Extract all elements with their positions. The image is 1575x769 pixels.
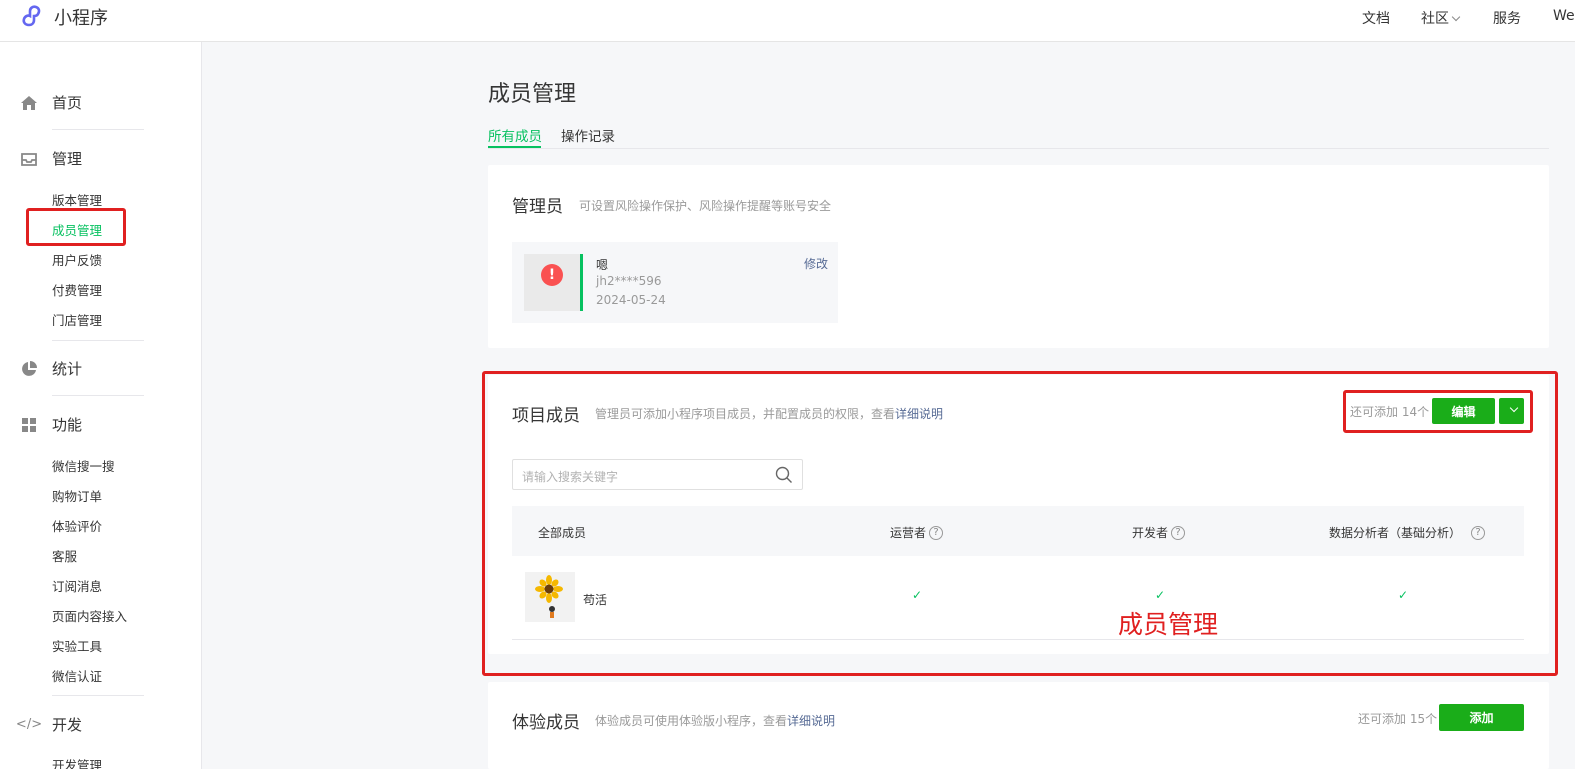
sidebar-manage-label: 管理	[52, 150, 83, 168]
sidebar-item-reviews[interactable]: 体验评价	[52, 516, 102, 535]
nav-user[interactable]: We	[1553, 8, 1575, 24]
sidebar-item-orders[interactable]: 购物订单	[52, 486, 102, 505]
trial-details-link[interactable]: 详细说明	[787, 714, 835, 728]
sidebar-item-page-content[interactable]: 页面内容接入	[52, 606, 127, 625]
nav-community[interactable]: 社区	[1421, 8, 1461, 28]
divider	[52, 129, 144, 130]
annotation-highlight-sidebar	[26, 208, 126, 246]
sidebar: 首页 管理 版本管理 成员管理 用户反馈 付费管理 门店管理 统计 功能 微信搜…	[0, 42, 202, 769]
sidebar-item-store[interactable]: 门店管理	[52, 310, 102, 329]
admin-card: ! 嗯 jh2****596 2024-05-24 修改	[512, 242, 838, 323]
divider	[52, 395, 144, 396]
admin-date: 2024-05-24	[596, 293, 666, 307]
nav-community-label: 社区	[1421, 11, 1449, 27]
sidebar-stats-label: 统计	[52, 360, 83, 378]
trial-subtitle-text: 体验成员可使用体验版小程序，查看	[595, 714, 788, 728]
sidebar-item-feedback[interactable]: 用户反馈	[52, 250, 102, 269]
sidebar-home-label: 首页	[52, 94, 83, 112]
annotation-label: 成员管理	[1118, 610, 1219, 639]
sidebar-item-payment[interactable]: 付费管理	[52, 280, 102, 299]
add-trial-member-button[interactable]: 添加	[1439, 704, 1524, 731]
sidebar-item-dev-manage[interactable]: 开发管理	[52, 755, 102, 769]
admin-title: 管理员	[512, 197, 563, 217]
miniprogram-logo-icon	[22, 5, 41, 27]
active-tab-indicator	[488, 146, 541, 148]
sidebar-manage[interactable]: 管理	[20, 148, 82, 169]
avatar: !	[524, 254, 580, 311]
app-logo[interactable]: 小程序	[20, 3, 108, 31]
page-title: 成员管理	[488, 82, 577, 107]
app-name: 小程序	[54, 8, 108, 29]
sidebar-item-customer-service[interactable]: 客服	[52, 546, 77, 565]
grid-icon	[20, 416, 38, 434]
admin-status-bar	[580, 254, 583, 311]
admin-edit-link[interactable]: 修改	[804, 255, 828, 272]
sidebar-item-version[interactable]: 版本管理	[52, 190, 102, 209]
tab-bar: 所有成员 操作记录	[488, 124, 1549, 149]
sidebar-item-wechat-search[interactable]: 微信搜一搜	[52, 456, 115, 475]
admin-name: 嗯	[596, 258, 609, 272]
annotation-highlight-buttons	[1343, 390, 1533, 433]
sidebar-dev[interactable]: </> 开发	[15, 714, 83, 735]
tab-operation-log[interactable]: 操作记录	[561, 125, 615, 145]
sidebar-dev-label: 开发	[52, 716, 83, 734]
sidebar-stats[interactable]: 统计	[20, 358, 82, 379]
sidebar-home[interactable]: 首页	[20, 92, 82, 113]
top-bar: 小程序 文档 社区 服务 We	[0, 0, 1575, 42]
trial-subtitle: 体验成员可使用体验版小程序，查看详细说明	[595, 712, 835, 729]
trial-remaining: 还可添加 15个	[1358, 712, 1438, 726]
divider	[52, 340, 144, 341]
sidebar-item-verification[interactable]: 微信认证	[52, 666, 102, 685]
pie-chart-icon	[20, 360, 38, 378]
trial-title: 体验成员	[512, 713, 580, 733]
admin-wechat-id: jh2****596	[596, 274, 662, 288]
sidebar-features[interactable]: 功能	[20, 414, 82, 435]
chevron-down-icon	[1451, 12, 1461, 22]
nav-service[interactable]: 服务	[1493, 8, 1521, 28]
tab-all-members[interactable]: 所有成员	[488, 125, 542, 145]
sidebar-item-subscriptions[interactable]: 订阅消息	[52, 576, 102, 595]
home-icon	[20, 94, 38, 112]
nav-docs[interactable]: 文档	[1362, 8, 1390, 28]
sidebar-item-experiments[interactable]: 实验工具	[52, 636, 102, 655]
sidebar-features-label: 功能	[52, 416, 83, 434]
trial-members-panel: 体验成员 体验成员可使用体验版小程序，查看详细说明 还可添加 15个 添加	[488, 682, 1549, 769]
admin-panel: 管理员 可设置风险操作保护、风险操作提醒等账号安全 ! 嗯 jh2****596…	[488, 165, 1549, 348]
code-icon: </>	[15, 717, 43, 732]
admin-subtitle: 可设置风险操作保护、风险操作提醒等账号安全	[579, 199, 832, 213]
divider	[52, 695, 144, 696]
inbox-icon	[20, 150, 38, 168]
warning-icon: !	[541, 263, 563, 286]
